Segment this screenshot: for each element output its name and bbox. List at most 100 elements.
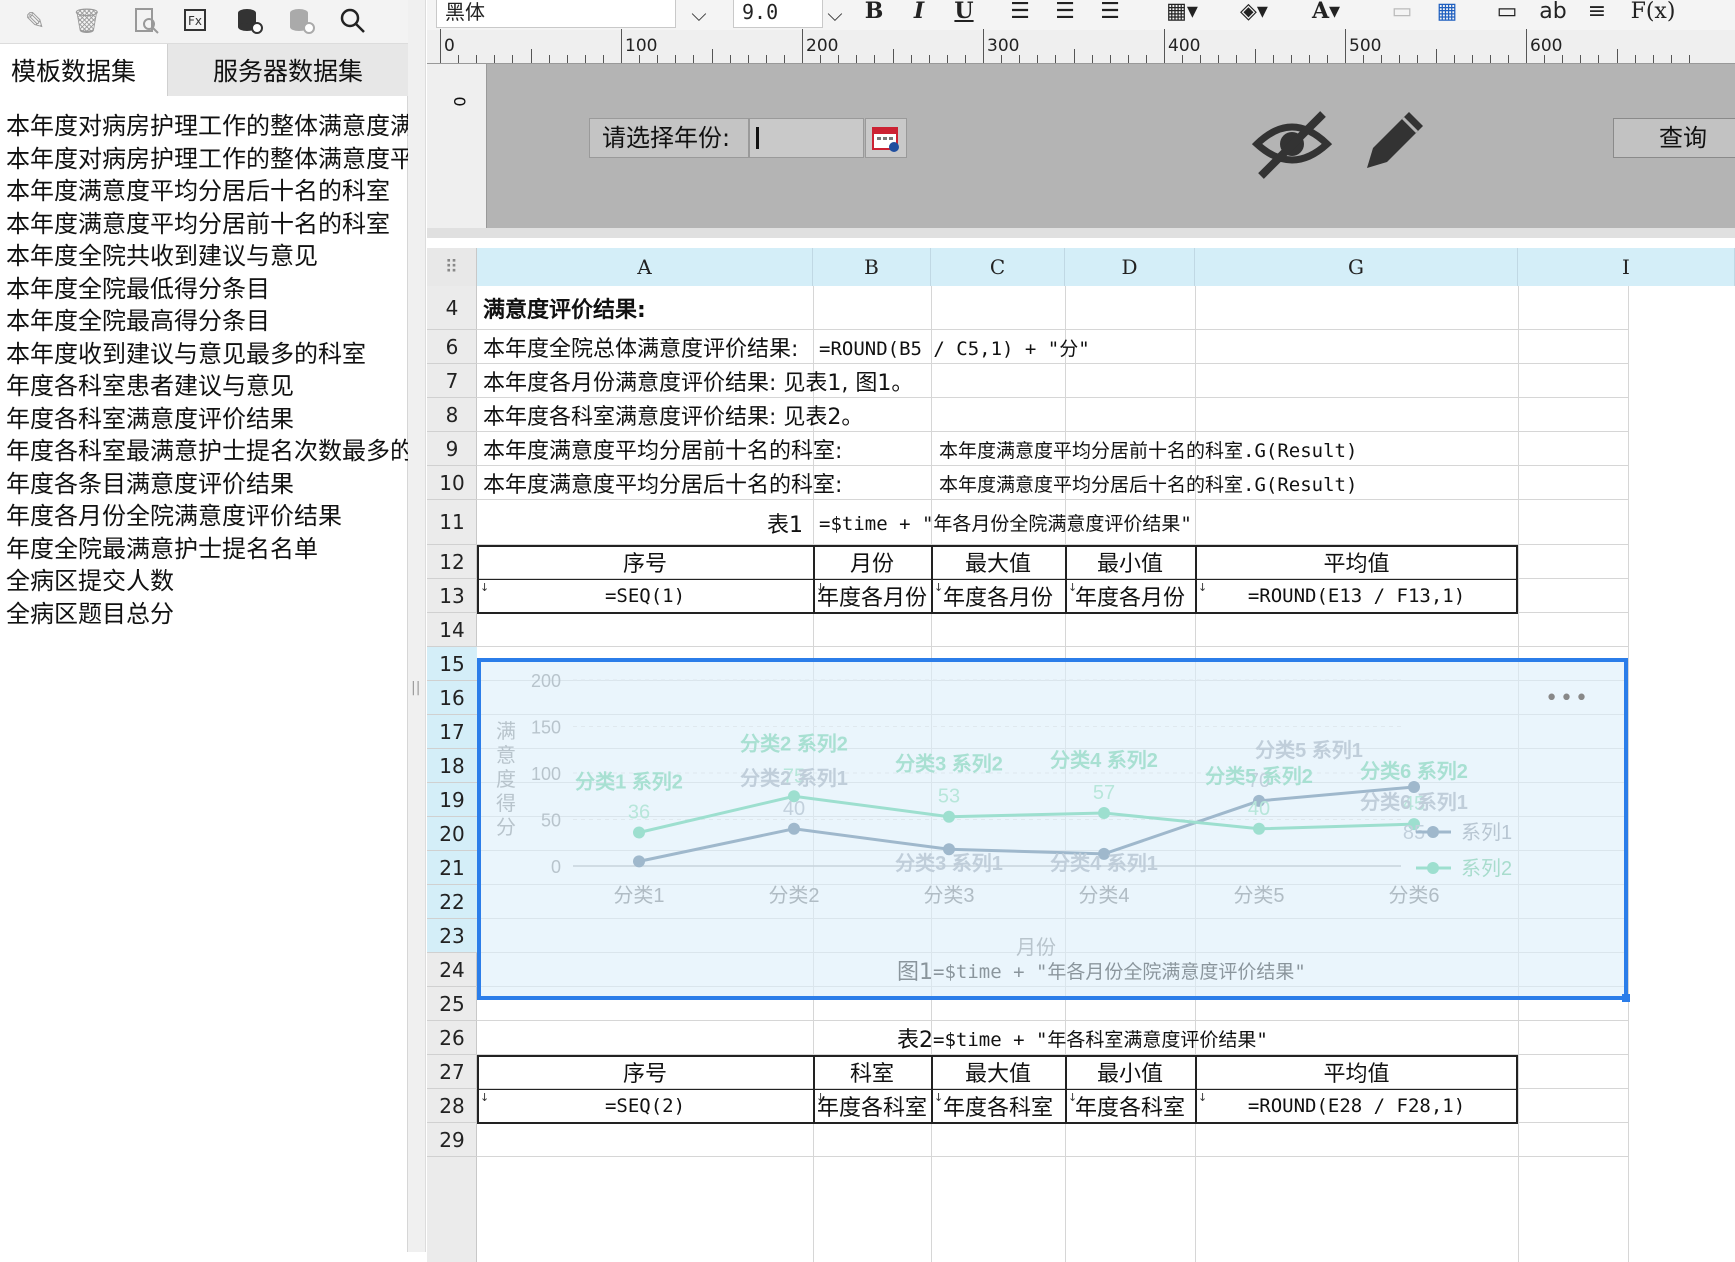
font-size-select[interactable]: 9.0 — [733, 0, 823, 28]
more-options-icon[interactable]: ••• — [1545, 686, 1590, 711]
formula-button[interactable]: F(x) — [1623, 0, 1683, 26]
row-header-cell[interactable]: 27 — [427, 1055, 477, 1089]
text-cell[interactable]: 本年度各科室满意度评价结果: 见表2。 — [483, 398, 1183, 432]
border-icon[interactable]: ▦▾ — [1152, 0, 1212, 26]
bold-button[interactable]: B — [857, 0, 891, 26]
query-button[interactable]: 查询 — [1613, 118, 1735, 158]
table1-header-cell[interactable]: 序号 — [477, 545, 813, 579]
dataset-list-item[interactable]: 年度全院最满意护士提名名单 — [6, 531, 408, 567]
dataset-param-icon[interactable]: Fx — [180, 4, 214, 38]
table1-data-cell[interactable]: 年度各月份 — [813, 579, 931, 613]
edit-dataset-icon[interactable]: ✎ — [18, 4, 52, 38]
row-header-cell[interactable]: 20 — [427, 817, 477, 851]
table2-data-cell[interactable]: =ROUND(E28 / F28,1) — [1195, 1089, 1518, 1123]
row-header-cell[interactable]: 6 — [427, 330, 477, 364]
edit-widget-icon[interactable] — [1347, 96, 1437, 186]
row-header-cell[interactable]: 16 — [427, 681, 477, 715]
row-header-cell[interactable]: 19 — [427, 783, 477, 817]
row-header-cell[interactable]: 8 — [427, 398, 477, 432]
table2-header-cell[interactable]: 序号 — [477, 1055, 813, 1089]
row-header-cell[interactable]: 13 — [427, 579, 477, 613]
merge-cell-icon[interactable]: ▭ — [1490, 0, 1524, 26]
select-all-corner[interactable]: ⠿ — [427, 248, 477, 286]
row-header-cell[interactable]: 12 — [427, 545, 477, 579]
align-center-icon[interactable]: ☰ — [1047, 0, 1083, 26]
table2-data-cell[interactable]: 年度各科室 — [813, 1089, 931, 1123]
dataset-list-item[interactable]: 全病区题目总分 — [6, 596, 408, 632]
row-header-cell[interactable]: 29 — [427, 1123, 477, 1157]
dataset-list-item[interactable]: 年度各月份全院满意度评价结果 — [6, 498, 408, 534]
table2-data-cell[interactable]: 年度各科室 — [1065, 1089, 1195, 1123]
calendar-icon[interactable] — [865, 118, 907, 158]
database-settings-icon[interactable] — [284, 4, 318, 38]
column-header-cell[interactable]: I — [1518, 248, 1735, 286]
preview-dataset-icon[interactable] — [130, 4, 164, 38]
label-cell[interactable]: 本年度全院总体满意度评价结果: — [483, 330, 813, 364]
dataset-list-item[interactable]: 本年度全院共收到建议与意见 — [6, 238, 408, 274]
year-param-input[interactable] — [749, 118, 864, 158]
row-header-cell[interactable]: 28 — [427, 1089, 477, 1123]
chart-container[interactable]: 0 50 100 150 200 分类1 分类2 分类3 分类4 分类5 分类6 满意度得分月份 36 7… — [477, 658, 1630, 1002]
row-header-cell[interactable]: 14 — [427, 613, 477, 647]
font-family-select[interactable]: 黑体 — [436, 0, 676, 28]
fill-color-icon[interactable]: ◈▾ — [1224, 0, 1284, 26]
dataset-list-item[interactable]: 年度各科室患者建议与意见 — [6, 368, 408, 404]
table1-data-cell[interactable]: =ROUND(E13 / F13,1) — [1195, 579, 1518, 613]
table2-data-cell[interactable]: =SEQ(2) — [477, 1089, 813, 1123]
font-family-dropdown-icon[interactable]: ⌵ — [684, 0, 714, 28]
dataset-list-item[interactable]: 年度各科室最满意护士提名次数最多的 — [6, 433, 408, 469]
text-cell[interactable]: 本年度各月份满意度评价结果: 见表1, 图1。 — [483, 364, 1183, 398]
table1-header-cell[interactable]: 月份 — [813, 545, 931, 579]
column-header-cell[interactable]: C — [931, 248, 1065, 286]
row-header-cell[interactable]: 11 — [427, 500, 477, 545]
row-header-cell[interactable]: 15 — [427, 647, 477, 681]
dataset-list-item[interactable]: 本年度全院最高得分条目 — [6, 303, 408, 339]
table-caption-label[interactable]: 表1 — [767, 500, 811, 545]
dataset-list-item[interactable]: 本年度满意度平均分居前十名的科室 — [6, 206, 408, 242]
dataset-list-item[interactable]: 年度各条目满意度评价结果 — [6, 466, 408, 502]
table2-header-cell[interactable]: 平均值 — [1195, 1055, 1518, 1089]
table1-header-cell[interactable]: 最小值 — [1065, 545, 1195, 579]
dataset-list-item[interactable]: 本年度满意度平均分居后十名的科室 — [6, 173, 408, 209]
dataset-list-item[interactable]: 全病区提交人数 — [6, 563, 408, 599]
formula-cell[interactable]: =ROUND(B5 / C5,1) + "分" — [819, 330, 1419, 364]
dataset-cell[interactable]: 本年度满意度平均分居前十名的科室.G(Result) — [939, 432, 1539, 466]
table1-data-cell[interactable]: =SEQ(1) — [477, 579, 813, 613]
row-header-cell[interactable]: 25 — [427, 987, 477, 1021]
dataset-cell[interactable]: 本年度满意度平均分居后十名的科室.G(Result) — [939, 466, 1539, 500]
column-header-cell[interactable]: D — [1065, 248, 1195, 286]
row-header-cell[interactable]: 23 — [427, 919, 477, 953]
hide-widget-icon[interactable] — [1247, 96, 1337, 186]
delete-dataset-icon[interactable]: 🗑 — [70, 4, 104, 38]
label-cell[interactable]: 本年度满意度平均分居后十名的科室: — [483, 466, 931, 500]
column-header-cell[interactable]: A — [477, 248, 813, 286]
row-header-cell[interactable]: 18 — [427, 749, 477, 783]
column-header-cell[interactable]: G — [1195, 248, 1518, 286]
font-size-dropdown-icon[interactable]: ⌵ — [820, 0, 850, 28]
dataset-list-item[interactable]: 本年度对病房护理工作的整体满意度满 — [6, 108, 408, 144]
row-header-cell[interactable]: 21 — [427, 851, 477, 885]
align-left-icon[interactable]: ☰ — [1002, 0, 1038, 26]
splitter-grip[interactable]: || — [411, 680, 420, 696]
row-header-cell[interactable]: 26 — [427, 1021, 477, 1055]
table2-header-cell[interactable]: 最大值 — [931, 1055, 1065, 1089]
insert-table-icon[interactable]: ▦ — [1430, 0, 1464, 26]
table1-header-cell[interactable]: 平均值 — [1195, 545, 1518, 579]
row-header-cell[interactable]: 10 — [427, 466, 477, 500]
dataset-list-item[interactable]: 本年度全院最低得分条目 — [6, 271, 408, 307]
dataset-list-item[interactable]: 本年度对病房护理工作的整体满意度平 — [6, 141, 408, 177]
underline-button[interactable]: U — [947, 0, 981, 26]
search-icon[interactable] — [336, 4, 370, 38]
panel-splitter[interactable]: || — [408, 0, 426, 1252]
tab-server-datasets[interactable]: 服务器数据集 — [167, 44, 408, 96]
table2-header-cell[interactable]: 最小值 — [1065, 1055, 1195, 1089]
dataset-list-item[interactable]: 本年度收到建议与意见最多的科室 — [6, 336, 408, 372]
tab-template-datasets[interactable]: 模板数据集 — [0, 44, 167, 96]
table-caption-formula[interactable]: =$time + "年各科室满意度评价结果" — [933, 1021, 1533, 1055]
text-wrap-button[interactable]: ab — [1533, 0, 1573, 26]
dataset-list-item[interactable]: 年度各科室满意度评价结果 — [6, 401, 408, 437]
table-caption-formula[interactable]: =$time + "年各月份全院满意度评价结果" — [819, 500, 1519, 545]
row-header-cell[interactable]: 17 — [427, 715, 477, 749]
column-header-cell[interactable]: B — [813, 248, 931, 286]
font-color-icon[interactable]: A▾ — [1296, 0, 1356, 26]
